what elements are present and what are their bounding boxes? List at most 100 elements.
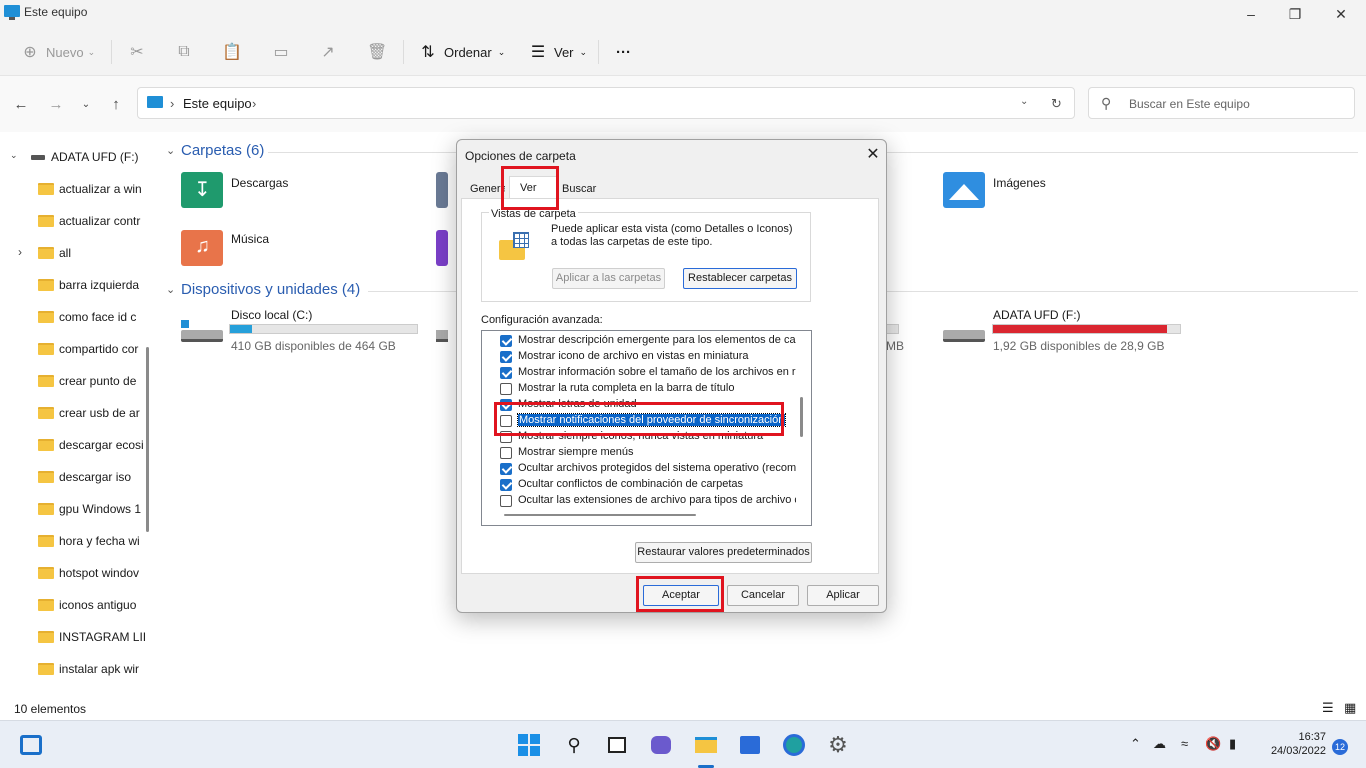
tab-view[interactable]: Ver xyxy=(509,176,559,200)
documents-folder-icon[interactable] xyxy=(436,172,448,208)
sidebar-folder-item[interactable]: actualizar a win xyxy=(0,178,150,202)
sidebar-folder-item[interactable]: como face id c xyxy=(0,306,150,330)
show-hidden-icons-button[interactable]: ⌃ xyxy=(1130,736,1141,752)
checkbox-unchecked[interactable] xyxy=(500,415,512,427)
sidebar-folder-item[interactable]: crear punto de xyxy=(0,370,150,394)
search-box[interactable]: ⚲ Buscar en Este equipo xyxy=(1088,87,1355,119)
battery-icon[interactable]: ▮ xyxy=(1229,736,1236,752)
advanced-option[interactable]: Mostrar notificaciones del proveedor de … xyxy=(500,413,796,429)
new-button[interactable]: ⊕ Nuevo ⌄ xyxy=(20,40,95,64)
delete-button[interactable]: 🗑 xyxy=(367,40,387,64)
checkbox-checked[interactable] xyxy=(500,399,512,411)
apply-button[interactable]: Aplicar xyxy=(807,585,879,606)
tiles-view-icon[interactable]: ▦ xyxy=(1344,700,1356,716)
checkbox-checked[interactable] xyxy=(500,463,512,475)
address-bar[interactable]: › Este equipo › ⌄ ↻ xyxy=(137,87,1075,119)
paste-button[interactable]: 📋 xyxy=(222,40,242,64)
forward-button[interactable]: → xyxy=(46,95,66,115)
sidebar-folder-item[interactable]: INSTAGRAM LII xyxy=(0,626,150,650)
folder-downloads[interactable]: Descargas xyxy=(231,176,288,190)
ok-button[interactable]: Aceptar xyxy=(643,585,719,606)
view-button[interactable]: ☰ Ver ⌄ xyxy=(528,40,587,64)
advanced-option[interactable]: Mostrar icono de archivo en vistas en mi… xyxy=(500,349,796,365)
advanced-option[interactable]: Mostrar letras de unidad xyxy=(500,397,796,413)
advanced-option[interactable]: Mostrar siempre menús xyxy=(500,445,796,461)
share-button[interactable]: ↗ xyxy=(318,40,338,64)
minimize-button[interactable]: – xyxy=(1228,0,1274,28)
back-button[interactable]: ← xyxy=(11,95,31,115)
advanced-option[interactable]: Ocultar archivos protegidos del sistema … xyxy=(500,461,796,477)
drive-c-name[interactable]: Disco local (C:) xyxy=(231,308,312,322)
rename-button[interactable]: ▭ xyxy=(271,40,291,64)
copy-button[interactable]: ⧉ xyxy=(174,40,194,64)
restore-defaults-button[interactable]: Restaurar valores predeterminados xyxy=(635,542,812,563)
search-button[interactable]: ⚲ xyxy=(561,732,587,758)
refresh-icon[interactable]: ↻ xyxy=(1051,96,1062,112)
advanced-option[interactable]: Mostrar información sobre el tamaño de l… xyxy=(500,365,796,381)
checkbox-checked[interactable] xyxy=(500,351,512,363)
sidebar-folder-item[interactable]: actualizar contr xyxy=(0,210,150,234)
breadcrumb-this-pc[interactable]: Este equipo xyxy=(183,96,252,111)
cancel-button[interactable]: Cancelar xyxy=(727,585,799,606)
pictures-folder-icon[interactable] xyxy=(943,172,985,208)
sidebar-folder-item[interactable]: hora y fecha wi xyxy=(0,530,150,554)
apply-to-folders-button[interactable]: Aplicar a las carpetas xyxy=(552,268,665,289)
store-button[interactable] xyxy=(737,732,763,758)
widgets-button[interactable] xyxy=(18,732,44,758)
checkbox-checked[interactable] xyxy=(500,335,512,347)
advanced-option[interactable]: Mostrar siempre iconos, nunca vistas en … xyxy=(500,429,796,445)
videos-folder-icon[interactable] xyxy=(436,230,448,266)
local-disk-icon[interactable] xyxy=(181,320,223,342)
sidebar-folder-item[interactable]: descargar ecosi xyxy=(0,434,150,458)
task-view-button[interactable] xyxy=(604,732,630,758)
sidebar-folder-item[interactable]: instalar apk wir xyxy=(0,658,150,682)
downloads-folder-icon[interactable]: ↧ xyxy=(181,172,223,208)
list-vertical-scrollbar[interactable] xyxy=(800,397,803,437)
notification-badge[interactable]: 12 xyxy=(1332,739,1348,755)
sort-button[interactable]: ⇅ Ordenar ⌄ xyxy=(418,40,505,64)
volume-muted-icon[interactable]: 🔇 xyxy=(1205,736,1221,752)
drive-icon[interactable] xyxy=(436,330,448,352)
checkbox-unchecked[interactable] xyxy=(500,431,512,443)
settings-button[interactable]: ⚙ xyxy=(825,732,851,758)
onedrive-icon[interactable]: ☁ xyxy=(1153,736,1166,752)
drive-f-name[interactable]: ADATA UFD (F:) xyxy=(993,308,1081,322)
sidebar-folder-item[interactable]: iconos antiguo xyxy=(0,594,150,618)
music-folder-icon[interactable]: ♫ xyxy=(181,230,223,266)
maximize-button[interactable]: ❐ xyxy=(1272,0,1318,28)
usb-drive-large-icon[interactable] xyxy=(943,320,985,342)
checkbox-unchecked[interactable] xyxy=(500,447,512,459)
advanced-option[interactable]: Ocultar las extensiones de archivo para … xyxy=(500,493,796,509)
sidebar-folder-item[interactable]: compartido cor xyxy=(0,338,150,362)
folder-music[interactable]: Música xyxy=(231,232,269,246)
reset-folders-button[interactable]: Restablecer carpetas xyxy=(683,268,797,289)
chat-button[interactable] xyxy=(648,732,674,758)
advanced-settings-list[interactable]: Mostrar descripción emergente para los e… xyxy=(481,330,812,526)
checkbox-unchecked[interactable] xyxy=(500,383,512,395)
checkbox-unchecked[interactable] xyxy=(500,495,512,507)
details-view-icon[interactable]: ☰ xyxy=(1322,700,1334,716)
file-explorer-button[interactable] xyxy=(693,732,719,758)
section-devices[interactable]: ⌄ Dispositivos y unidades (4) xyxy=(166,281,360,298)
clock[interactable]: 16:37 24/03/2022 xyxy=(1258,730,1326,758)
up-button[interactable]: ↑ xyxy=(106,95,126,115)
list-horizontal-scrollbar[interactable] xyxy=(504,514,696,516)
sidebar-folder-item[interactable]: gpu Windows 1 xyxy=(0,498,150,522)
chevron-right-icon[interactable]: › xyxy=(18,245,22,259)
tab-search[interactable]: Buscar xyxy=(559,180,596,200)
advanced-option[interactable]: Mostrar descripción emergente para los e… xyxy=(500,333,796,349)
sidebar-folder-item[interactable]: crear usb de ar xyxy=(0,402,150,426)
sidebar-drive-adata[interactable]: ⌄ ADATA UFD (F:) xyxy=(0,146,150,170)
start-button[interactable] xyxy=(516,732,542,758)
sidebar-scrollbar[interactable] xyxy=(146,347,149,532)
advanced-option[interactable]: Ocultar conflictos de combinación de car… xyxy=(500,477,796,493)
cut-button[interactable]: ✂ xyxy=(127,40,147,64)
wifi-icon[interactable]: ≈ xyxy=(1181,736,1188,751)
more-options-button[interactable]: ··· xyxy=(616,40,631,64)
advanced-option[interactable]: Mostrar la ruta completa en la barra de … xyxy=(500,381,796,397)
sidebar-folder-item[interactable]: › all xyxy=(0,242,150,266)
sidebar-folder-item[interactable]: barra izquierda xyxy=(0,274,150,298)
recent-locations-button[interactable]: ⌄ xyxy=(76,95,96,115)
close-window-button[interactable]: ✕ xyxy=(1318,0,1364,28)
dialog-close-button[interactable]: ✕ xyxy=(861,144,885,166)
